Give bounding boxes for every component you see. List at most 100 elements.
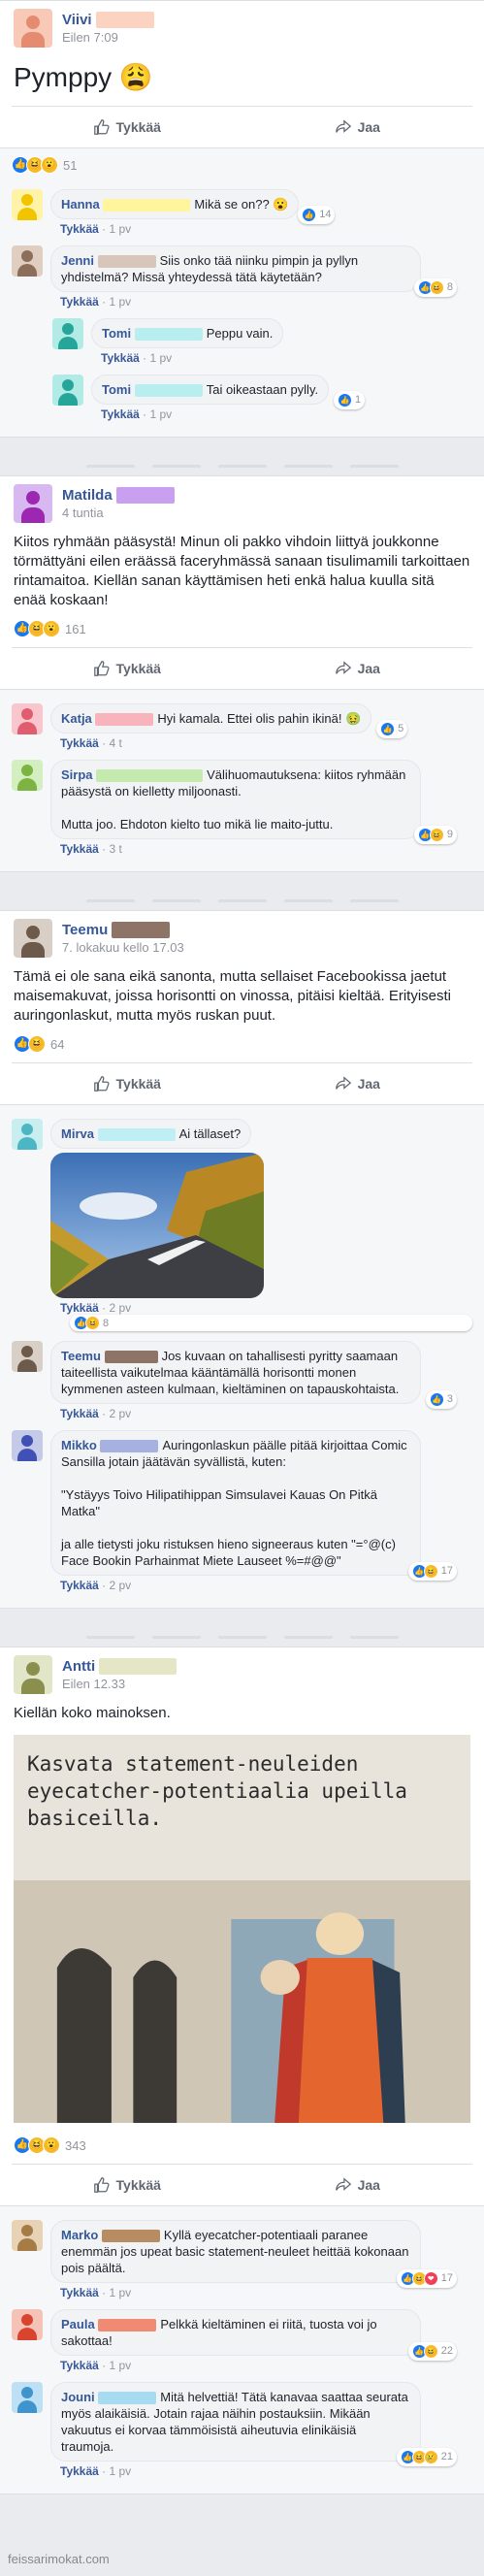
comment-text: Peppu vain. [206, 326, 274, 341]
redaction-bar [115, 487, 175, 504]
comment-photo[interactable] [50, 1153, 264, 1298]
comment-time[interactable]: 1 pv [109, 222, 131, 236]
post-card: Viivi Eilen 7:09 Pymppy 😩 Tykkää Jaa 👍 😆 😮… [0, 0, 484, 438]
commenter-name[interactable]: Mikko [61, 1438, 97, 1452]
comments-section: Marko Kyllä eyecatcher-potentiaali paran… [0, 2205, 484, 2494]
comment-like-link[interactable]: Tykkää [101, 351, 140, 365]
share-arrow-icon [335, 119, 351, 133]
share-button[interactable]: Jaa [242, 2176, 473, 2194]
commenter-name[interactable]: Sirpa [61, 767, 93, 782]
avatar[interactable] [12, 1341, 43, 1372]
comment-time[interactable]: 3 t [109, 842, 121, 856]
comment-reactions[interactable]: 👍 😆 😢 21 [396, 2448, 457, 2466]
author-name[interactable]: Matilda [62, 487, 113, 504]
comment-time[interactable]: 2 pv [109, 1407, 131, 1420]
commenter-name[interactable]: Mirva [61, 1126, 94, 1141]
comment-reactions[interactable]: 👍 5 [376, 720, 408, 738]
reaction-summary[interactable]: 👍 😆 😮 51 [12, 152, 472, 183]
like-button[interactable]: Tykkää [12, 660, 242, 677]
comment-like-link[interactable]: Tykkää [60, 1407, 99, 1420]
avatar[interactable] [14, 484, 52, 523]
share-arrow-icon [335, 661, 351, 674]
ad-image[interactable]: Kasvata statement-neuleiden eyecatcher-p… [14, 1735, 470, 2123]
comment-text: Auringonlaskun päälle pitää kirjoittaa C… [61, 1438, 407, 1568]
like-button[interactable]: Tykkää [12, 1075, 242, 1092]
comment-like-link[interactable]: Tykkää [60, 1301, 99, 1315]
like-button[interactable]: Tykkää [12, 2176, 242, 2194]
comment-reactions[interactable]: 👍 😆 8 [70, 1315, 472, 1331]
comment-like-link[interactable]: Tykkää [60, 736, 99, 750]
share-button[interactable]: Jaa [242, 118, 473, 136]
avatar[interactable] [12, 2382, 43, 2413]
avatar[interactable] [12, 189, 43, 220]
comment-time[interactable]: 4 t [109, 736, 121, 750]
post-time[interactable]: 7. lokakuu kello 17.03 [62, 940, 184, 955]
comment-reactions[interactable]: 👍 😆 8 [413, 278, 457, 297]
wow-reaction-icon: 😮 [41, 156, 58, 174]
avatar[interactable] [52, 375, 83, 406]
redaction-bar [100, 1440, 159, 1453]
avatar[interactable] [14, 919, 52, 958]
comment-reactions[interactable]: 👍 😆 17 [407, 1562, 457, 1581]
comment-reactions[interactable]: 👍 😆 ❤ 17 [396, 2269, 457, 2288]
comment-time[interactable]: 2 pv [109, 1579, 131, 1592]
commenter-name[interactable]: Jenni [61, 253, 94, 268]
comment-like-link[interactable]: Tykkää [60, 295, 99, 309]
comment-time[interactable]: 1 pv [109, 295, 131, 309]
avatar[interactable] [12, 703, 43, 734]
reaction-summary[interactable]: 👍 😆 😮 343 [0, 2133, 484, 2164]
author-name[interactable]: Teemu [62, 922, 108, 938]
comment-reactions[interactable]: 👍 14 [298, 206, 336, 224]
reaction-summary[interactable]: 👍 😆 64 [0, 1031, 484, 1062]
avatar[interactable] [12, 245, 43, 277]
comment-reactions[interactable]: 👍 😆 22 [407, 2342, 457, 2361]
comment-time[interactable]: 1 pv [109, 2286, 131, 2299]
like-button[interactable]: Tykkää [12, 118, 242, 136]
reaction-summary[interactable]: 👍 😆 😮 161 [0, 616, 484, 647]
post-divider [0, 884, 484, 910]
post-time[interactable]: Eilen 12.33 [62, 1677, 177, 1691]
comment-like-link[interactable]: Tykkää [60, 1579, 99, 1592]
share-button[interactable]: Jaa [242, 1075, 473, 1092]
commenter-name[interactable]: Katja [61, 711, 92, 726]
comment-time[interactable]: 1 pv [149, 351, 172, 365]
author-name[interactable]: Viivi [62, 12, 92, 28]
avatar[interactable] [52, 318, 83, 349]
author-name[interactable]: Antti [62, 1658, 95, 1675]
comment-like-link[interactable]: Tykkää [60, 222, 99, 236]
comment-bubble: Hanna Mikä se on?? 😮 👍 14 [50, 189, 336, 224]
post-time[interactable]: Eilen 7:09 [62, 30, 154, 45]
avatar[interactable] [12, 2220, 43, 2251]
commenter-name[interactable]: Tomi [102, 382, 131, 397]
comment-time[interactable]: 1 pv [109, 2359, 131, 2372]
comment-time[interactable]: 2 pv [109, 1301, 131, 1315]
commenter-name[interactable]: Tomi [102, 326, 131, 341]
avatar[interactable] [14, 1655, 52, 1694]
commenter-name[interactable]: Hanna [61, 197, 100, 212]
comment-reactions[interactable]: 👍 1 [333, 391, 366, 409]
avatar[interactable] [12, 1119, 43, 1150]
comment-time[interactable]: 1 pv [109, 2464, 131, 2478]
avatar[interactable] [12, 760, 43, 791]
reply: Tomi Peppu vain. Tykkää · 1 pv [52, 318, 472, 365]
commenter-name[interactable]: Marko [61, 2228, 98, 2242]
comment-reactions[interactable]: 👍 😆 9 [413, 826, 457, 844]
post-time[interactable]: 4 tuntia [62, 505, 175, 520]
avatar[interactable] [12, 1430, 43, 1461]
comment-reactions[interactable]: 👍 3 [425, 1390, 457, 1409]
comment-like-link[interactable]: Tykkää [60, 2359, 99, 2372]
post-actions: Tykkää Jaa [12, 106, 472, 147]
comment-like-link[interactable]: Tykkää [60, 2286, 99, 2299]
share-button[interactable]: Jaa [242, 660, 473, 677]
thumbs-up-icon [93, 2177, 110, 2193]
comment-time[interactable]: 1 pv [149, 408, 172, 421]
comment-bubble: Tomi Peppu vain. [91, 318, 284, 348]
comment-like-link[interactable]: Tykkää [101, 408, 140, 421]
commenter-name[interactable]: Teemu [61, 1349, 101, 1363]
avatar[interactable] [14, 9, 52, 48]
comment-like-link[interactable]: Tykkää [60, 2464, 99, 2478]
comment-like-link[interactable]: Tykkää [60, 842, 99, 856]
avatar[interactable] [12, 2309, 43, 2340]
commenter-name[interactable]: Jouni [61, 2390, 95, 2404]
commenter-name[interactable]: Paula [61, 2317, 95, 2331]
